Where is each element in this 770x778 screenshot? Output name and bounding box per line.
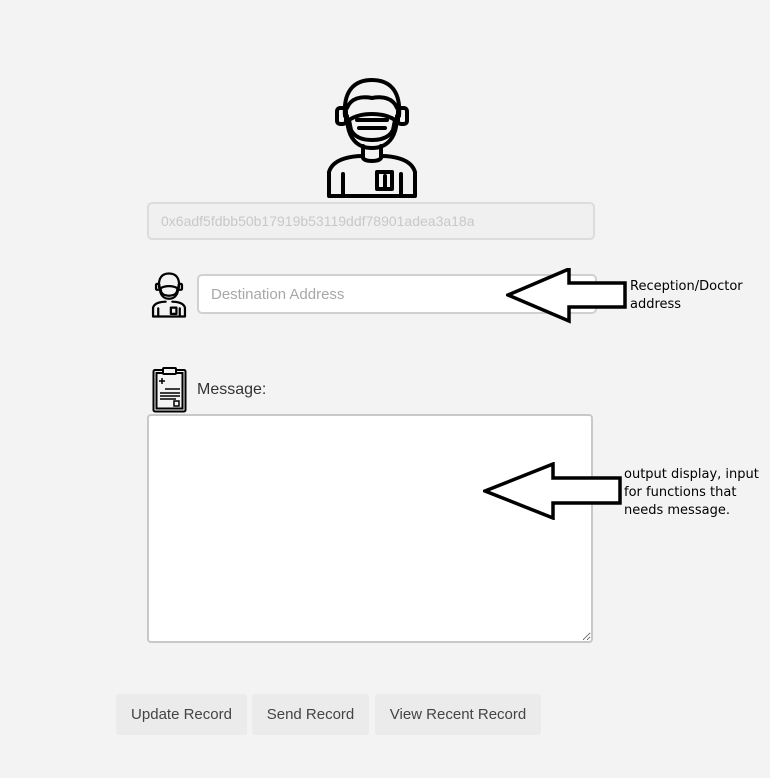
message-annotation-note: output display, input for functions that…: [624, 467, 759, 518]
message-textarea[interactable]: [147, 414, 593, 643]
clipboard-icon: [152, 367, 187, 413]
update-record-button[interactable]: Update Record: [116, 694, 247, 735]
message-label: Message:: [197, 381, 267, 398]
doctor-avatar-icon: [325, 76, 419, 200]
send-record-button[interactable]: Send Record: [252, 694, 369, 735]
destination-doctor-icon: [151, 272, 187, 318]
left-arrow-icon: [506, 268, 630, 324]
view-recent-record-button[interactable]: View Recent Record: [375, 694, 541, 735]
account-address-field[interactable]: [147, 202, 595, 240]
left-arrow-icon: [483, 462, 625, 520]
destination-annotation-note: Reception/Doctor address: [630, 279, 743, 312]
